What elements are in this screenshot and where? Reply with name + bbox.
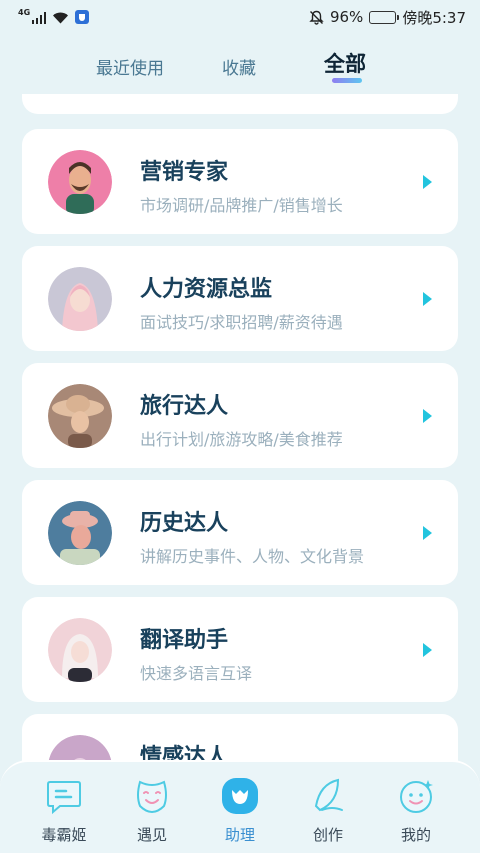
avatar <box>48 501 112 565</box>
assistant-title: 历史达人 <box>140 511 229 536</box>
assistant-subtitle: 面试技巧/求职招聘/薪资待遇 <box>140 313 343 332</box>
nav-label: 遇见 <box>136 826 167 844</box>
wifi-icon <box>53 12 69 23</box>
mask-icon <box>137 780 167 814</box>
tab-favorites[interactable]: 收藏 <box>222 54 256 79</box>
assistant-card-marketing[interactable]: 营销专家 市场调研/品牌推广/销售增长 <box>22 129 458 234</box>
assistant-card-travel[interactable]: 旅行达人 出行计划/旅游攻略/美食推荐 <box>22 363 458 468</box>
assistant-title: 旅行达人 <box>140 394 229 419</box>
signal-icon <box>32 11 47 24</box>
assistant-subtitle: 市场调研/品牌推广/销售增长 <box>140 196 343 215</box>
battery-icon <box>369 10 400 24</box>
nav-label: 创作 <box>312 826 343 844</box>
assistant-title: 翻译助手 <box>140 628 229 653</box>
play-arrow-icon[interactable] <box>423 526 432 540</box>
avatar <box>48 267 112 331</box>
assistant-title: 营销专家 <box>140 160 229 185</box>
nav-create[interactable]: 创作 <box>288 776 368 845</box>
assistant-list[interactable]: 营销专家 市场调研/品牌推广/销售增长 人力资源总监 面试技巧/求职招聘/薪资待… <box>0 94 480 784</box>
play-arrow-icon[interactable] <box>423 643 432 657</box>
nav-dubaji[interactable]: 毒霸姬 <box>24 776 104 845</box>
security-app-icon <box>75 10 90 24</box>
play-arrow-icon[interactable] <box>423 409 432 423</box>
play-arrow-icon[interactable] <box>423 292 432 306</box>
assistant-title: 人力资源总监 <box>140 277 273 302</box>
tab-recent[interactable]: 最近使用 <box>96 54 164 79</box>
avatar <box>48 618 112 682</box>
status-bar: 4G 96% 傍晚5:37 <box>0 0 480 34</box>
mute-bell-icon <box>309 10 324 25</box>
assistant-icon <box>222 778 258 814</box>
battery-percent: 96% <box>329 8 364 26</box>
bottom-nav: 毒霸姬 遇见 助理 创作 我的 <box>0 760 480 853</box>
nav-label: 我的 <box>400 826 431 844</box>
chat-bubble-icon <box>47 781 81 815</box>
network-type: 4G <box>18 7 31 17</box>
assistant-subtitle: 出行计划/旅游攻略/美食推荐 <box>140 430 343 449</box>
nav-meet[interactable]: 遇见 <box>112 776 192 845</box>
nav-mine[interactable]: 我的 <box>376 776 456 845</box>
avatar <box>48 150 112 214</box>
tab-all[interactable]: 全部 <box>324 48 366 78</box>
assistant-card-hr[interactable]: 人力资源总监 面试技巧/求职招聘/薪资待遇 <box>22 246 458 351</box>
nav-label: 助理 <box>224 826 255 844</box>
feather-icon <box>314 778 343 812</box>
assistant-subtitle: 快速多语言互译 <box>140 664 253 683</box>
assistant-subtitle: 讲解历史事件、人物、文化背景 <box>140 547 365 566</box>
list-item-partial[interactable] <box>22 94 458 114</box>
assistant-card-translator[interactable]: 翻译助手 快速多语言互译 <box>22 597 458 702</box>
play-arrow-icon[interactable] <box>423 175 432 189</box>
avatar <box>48 384 112 448</box>
nav-assistant[interactable]: 助理 <box>200 776 280 845</box>
nav-label: 毒霸姬 <box>41 826 87 844</box>
assistant-card-history[interactable]: 历史达人 讲解历史事件、人物、文化背景 <box>22 480 458 585</box>
active-tab-indicator <box>332 78 362 83</box>
clock: 傍晚5:37 <box>402 8 466 27</box>
category-tabs: 最近使用 收藏 全部 <box>0 40 480 90</box>
smiley-icon <box>400 780 433 813</box>
